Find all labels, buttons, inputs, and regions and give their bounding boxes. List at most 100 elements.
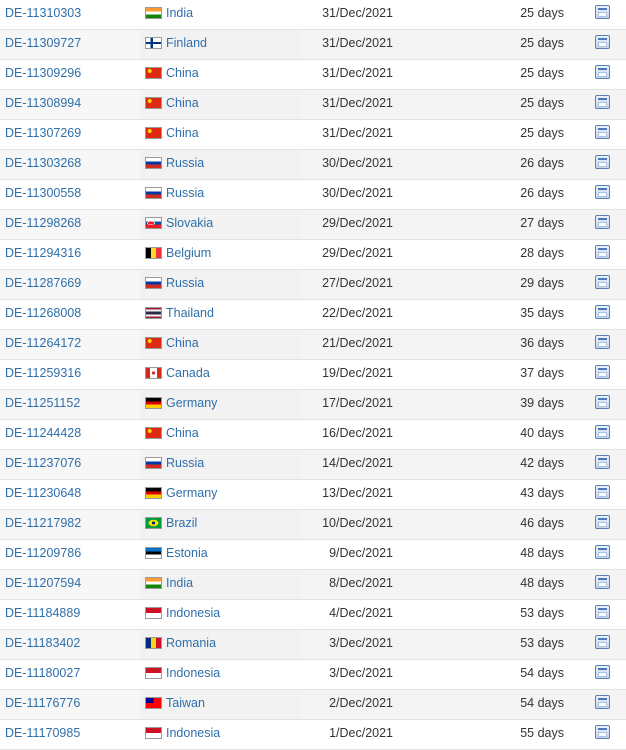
country-link[interactable]: China: [166, 66, 199, 80]
record-id-link[interactable]: DE-11300558: [5, 186, 81, 200]
country-link[interactable]: China: [166, 126, 199, 140]
document-view-icon[interactable]: [595, 515, 610, 529]
document-view-icon[interactable]: [595, 305, 610, 319]
date-text: 31/Dec/2021: [322, 126, 393, 140]
document-view-icon[interactable]: [595, 605, 610, 619]
country-link[interactable]: India: [166, 6, 193, 20]
document-view-icon[interactable]: [595, 275, 610, 289]
document-view-icon[interactable]: [595, 455, 610, 469]
record-id-link[interactable]: DE-11294316: [5, 246, 81, 260]
age-text: 29 days: [520, 276, 564, 290]
document-view-icon[interactable]: [595, 5, 610, 19]
record-id-link[interactable]: DE-11207594: [5, 576, 81, 590]
country-link[interactable]: China: [166, 96, 199, 110]
country-link[interactable]: Thailand: [166, 306, 214, 320]
country-link[interactable]: Estonia: [166, 546, 208, 560]
document-view-icon[interactable]: [595, 665, 610, 679]
country-link[interactable]: Indonesia: [166, 666, 220, 680]
country-link[interactable]: China: [166, 426, 199, 440]
document-view-icon[interactable]: [595, 245, 610, 259]
record-id-link[interactable]: DE-11244428: [5, 426, 81, 440]
record-id-link[interactable]: DE-11230648: [5, 486, 81, 500]
russia-flag-icon: [145, 457, 162, 469]
date-text: 3/Dec/2021: [329, 666, 393, 680]
document-view-icon[interactable]: [595, 695, 610, 709]
document-view-icon[interactable]: [595, 575, 610, 589]
record-id-link[interactable]: DE-11310303: [5, 6, 81, 20]
country-link[interactable]: Indonesia: [166, 726, 220, 740]
age-text: 43 days: [520, 486, 564, 500]
record-id-link[interactable]: DE-11309296: [5, 66, 81, 80]
country-link[interactable]: Indonesia: [166, 606, 220, 620]
record-id-link[interactable]: DE-11176776: [5, 696, 80, 710]
record-id-link[interactable]: DE-11264172: [5, 336, 81, 350]
document-view-icon[interactable]: [595, 65, 610, 79]
country-cell: [140, 60, 300, 89]
document-view-icon[interactable]: [595, 365, 610, 379]
record-id-link[interactable]: DE-11309727: [5, 36, 81, 50]
record-id-link[interactable]: DE-11308994: [5, 96, 81, 110]
document-view-icon[interactable]: [595, 215, 610, 229]
record-id-link[interactable]: DE-11217982: [5, 516, 81, 530]
age-text: 36 days: [520, 336, 564, 350]
date-text: 13/Dec/2021: [322, 486, 393, 500]
record-id-link[interactable]: DE-11251152: [5, 396, 80, 410]
table-row: DE-11303268 Russia 30/Dec/2021 26 days: [0, 150, 626, 180]
record-id-link[interactable]: DE-11303268: [5, 156, 81, 170]
table-row: DE-11309727 Finland 31/Dec/2021 25 days: [0, 30, 626, 60]
country-link[interactable]: Taiwan: [166, 696, 205, 710]
record-id-link[interactable]: DE-11170985: [5, 726, 80, 740]
date-text: 31/Dec/2021: [322, 66, 393, 80]
age-text: 48 days: [520, 576, 564, 590]
country-link[interactable]: Finland: [166, 36, 207, 50]
country-link[interactable]: Romania: [166, 636, 216, 650]
table-row: DE-11207594 India 8/Dec/2021 48 days: [0, 570, 626, 600]
record-id-link[interactable]: DE-11307269: [5, 126, 81, 140]
table-row: DE-11287669 Russia 27/Dec/2021 29 days: [0, 270, 626, 300]
document-view-icon[interactable]: [595, 335, 610, 349]
country-link[interactable]: Russia: [166, 186, 204, 200]
country-link[interactable]: Russia: [166, 456, 204, 470]
age-text: 42 days: [520, 456, 564, 470]
record-id-link[interactable]: DE-11268008: [5, 306, 81, 320]
record-id-link[interactable]: DE-11298268: [5, 216, 81, 230]
date-text: 3/Dec/2021: [329, 636, 393, 650]
document-view-icon[interactable]: [595, 35, 610, 49]
country-link[interactable]: Canada: [166, 366, 210, 380]
record-id-link[interactable]: DE-11209786: [5, 546, 81, 560]
date-text: 1/Dec/2021: [329, 726, 393, 740]
document-view-icon[interactable]: [595, 185, 610, 199]
record-id-link[interactable]: DE-11184889: [5, 606, 80, 620]
record-id-link[interactable]: DE-11180027: [5, 666, 80, 680]
document-view-icon[interactable]: [595, 155, 610, 169]
country-link[interactable]: Brazil: [166, 516, 197, 530]
date-text: 31/Dec/2021: [322, 96, 393, 110]
country-link[interactable]: Russia: [166, 156, 204, 170]
country-link[interactable]: India: [166, 576, 193, 590]
country-link[interactable]: Germany: [166, 486, 217, 500]
age-text: 46 days: [520, 516, 564, 530]
document-view-icon[interactable]: [595, 725, 610, 739]
russia-flag-icon: [145, 157, 162, 169]
country-link[interactable]: Germany: [166, 396, 217, 410]
country-link[interactable]: Belgium: [166, 246, 211, 260]
country-cell: [140, 240, 300, 269]
country-link[interactable]: China: [166, 336, 199, 350]
document-view-icon[interactable]: [595, 95, 610, 109]
country-link[interactable]: Russia: [166, 276, 204, 290]
date-text: 29/Dec/2021: [322, 216, 393, 230]
record-id-link[interactable]: DE-11259316: [5, 366, 81, 380]
country-cell: [140, 330, 300, 359]
record-id-link[interactable]: DE-11183402: [5, 636, 80, 650]
document-view-icon[interactable]: [595, 125, 610, 139]
document-view-icon[interactable]: [595, 395, 610, 409]
table-row: DE-11170985 Indonesia 1/Dec/2021 55 days: [0, 720, 626, 750]
document-view-icon[interactable]: [595, 485, 610, 499]
country-cell: [140, 420, 300, 449]
record-id-link[interactable]: DE-11237076: [5, 456, 81, 470]
record-id-link[interactable]: DE-11287669: [5, 276, 81, 290]
document-view-icon[interactable]: [595, 425, 610, 439]
document-view-icon[interactable]: [595, 635, 610, 649]
document-view-icon[interactable]: [595, 545, 610, 559]
country-link[interactable]: Slovakia: [166, 216, 213, 230]
